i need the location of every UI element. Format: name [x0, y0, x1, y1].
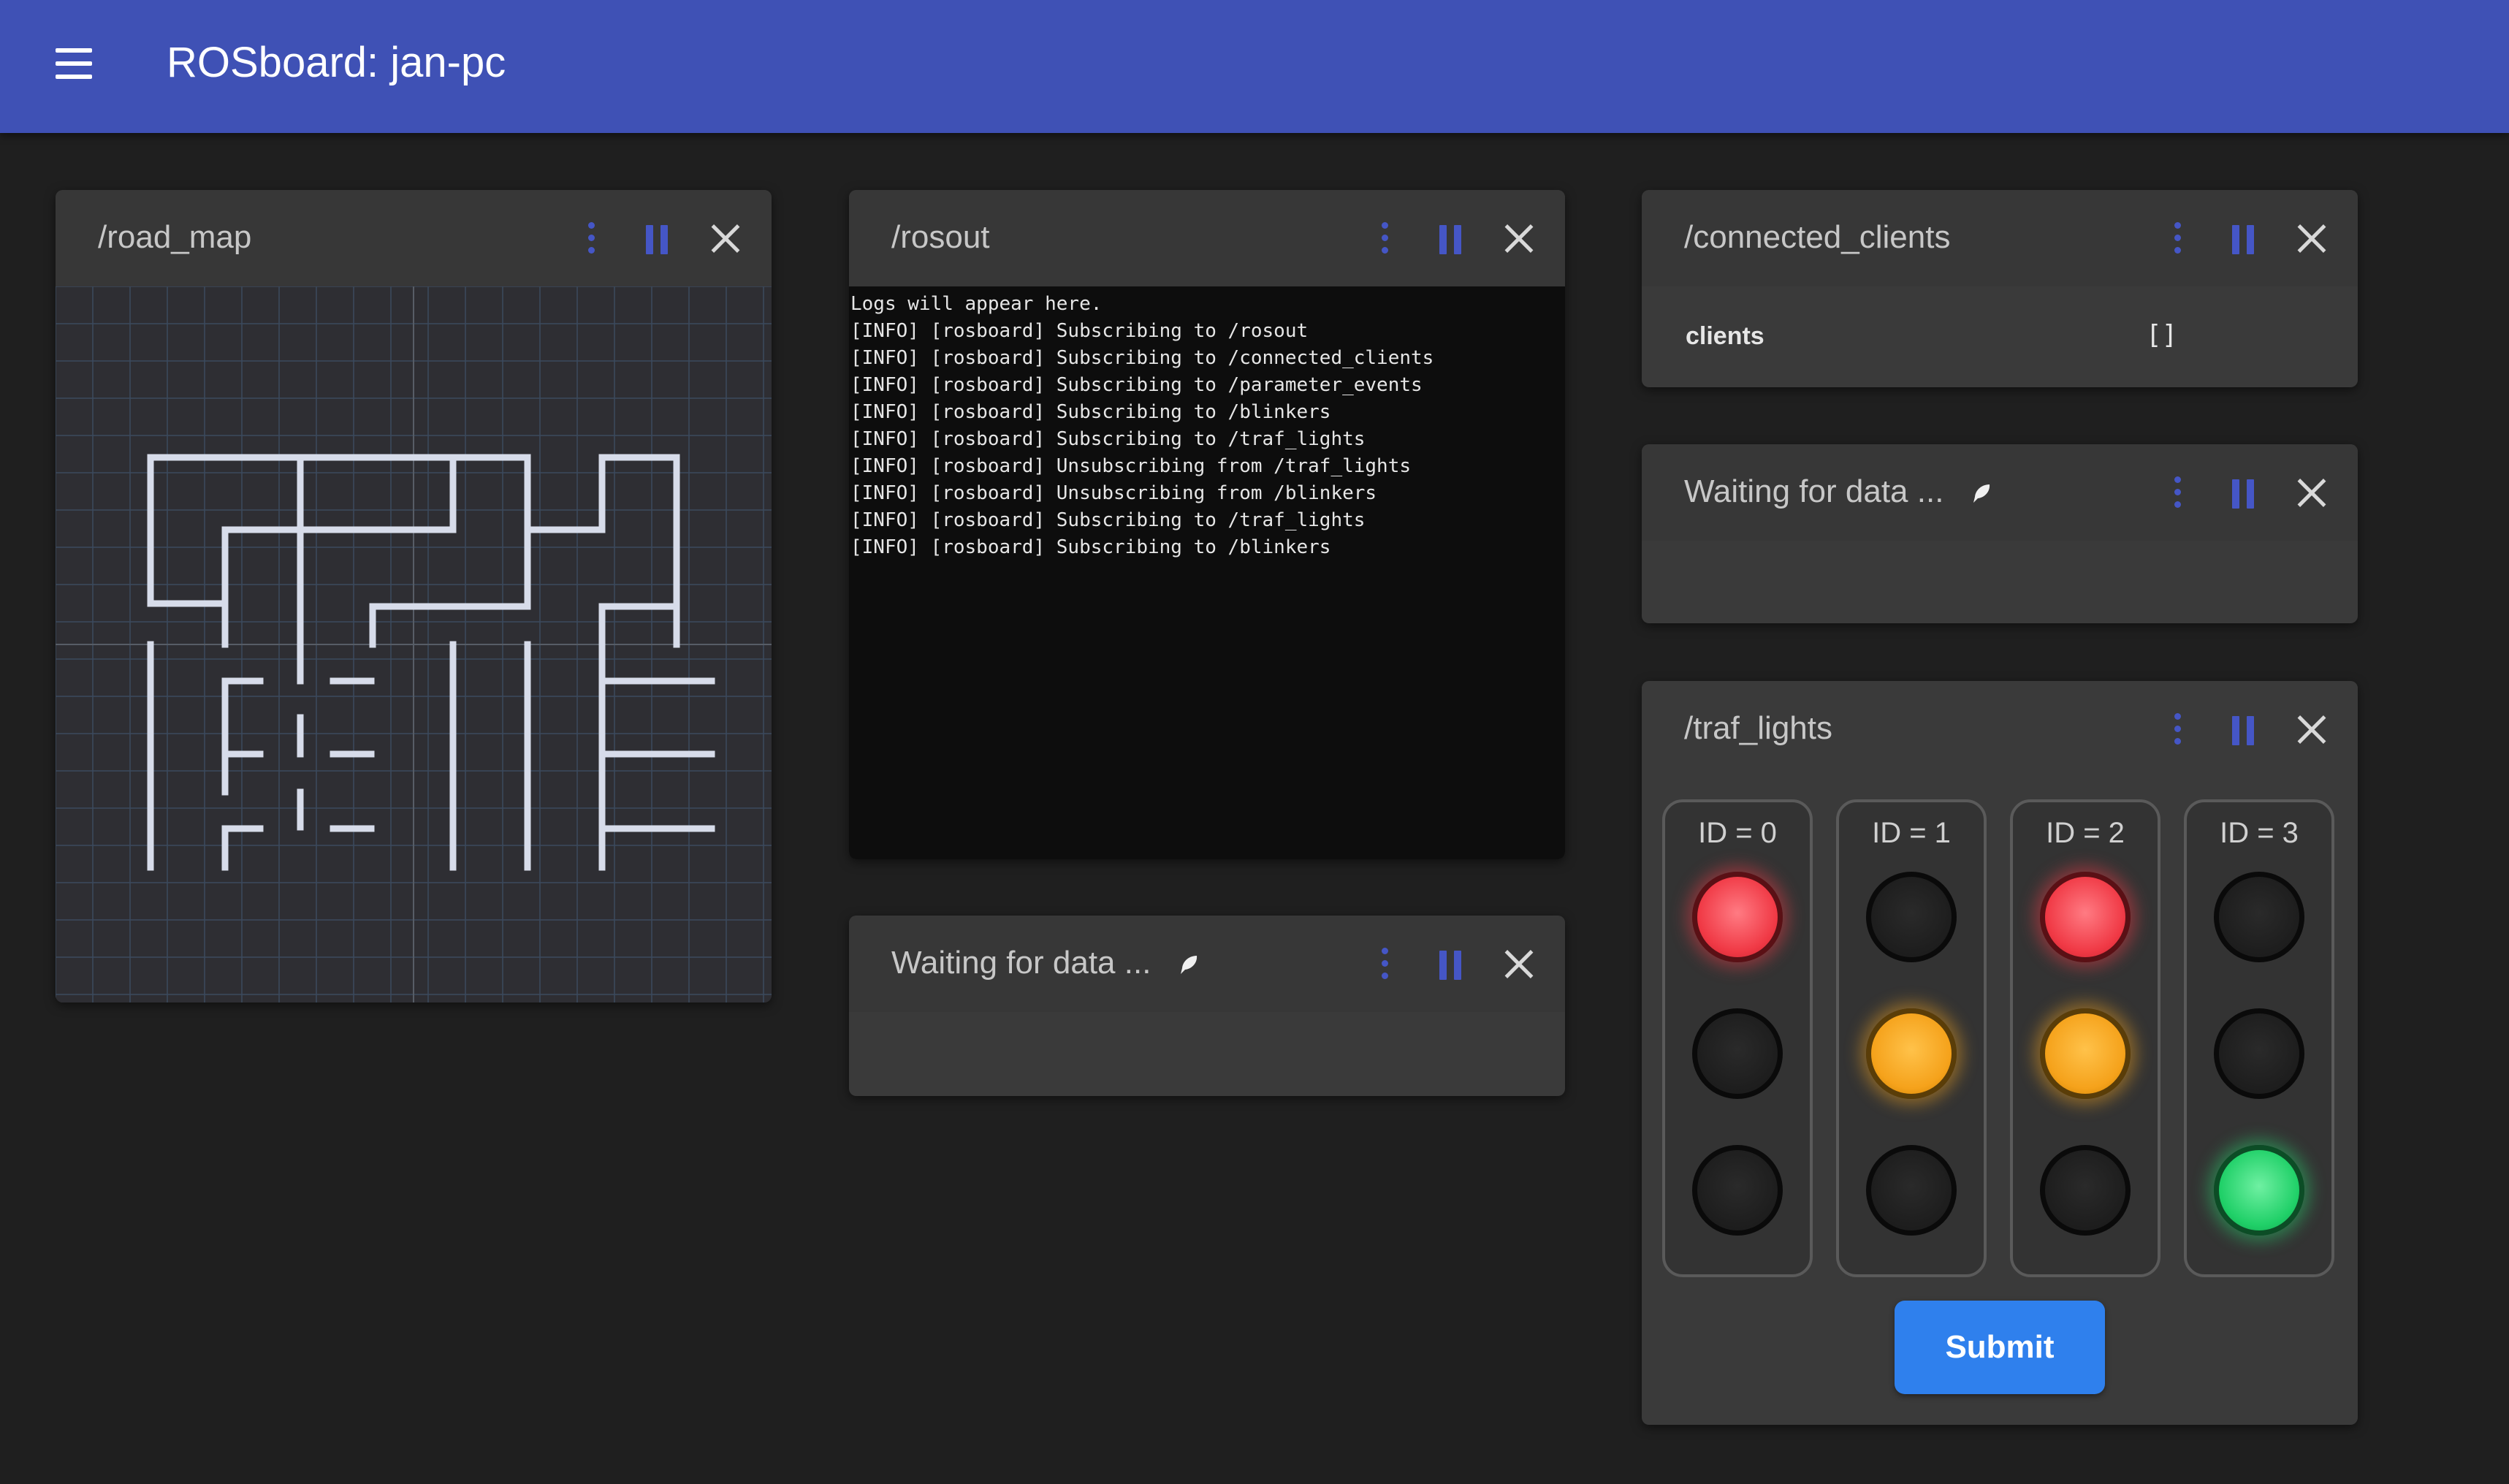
waiting-card: Waiting for data ...: [849, 916, 1565, 1096]
red-lamp[interactable]: [2214, 872, 2304, 962]
card-header: /connected_clients: [1642, 190, 2358, 286]
traffic-light[interactable]: ID = 2: [2010, 799, 2160, 1277]
more-options-icon[interactable]: [1363, 209, 1406, 267]
more-options-icon[interactable]: [2155, 700, 2199, 758]
close-icon[interactable]: [1496, 209, 1540, 267]
green-lamp[interactable]: [1866, 1145, 1957, 1236]
close-icon[interactable]: [2289, 463, 2333, 522]
red-lamp[interactable]: [1692, 872, 1783, 962]
close-icon[interactable]: [2289, 700, 2333, 758]
road-map-canvas[interactable]: [56, 286, 772, 1002]
green-lamp[interactable]: [1692, 1145, 1783, 1236]
more-options-icon[interactable]: [2155, 463, 2199, 522]
more-options-icon[interactable]: [569, 209, 613, 267]
more-options-icon[interactable]: [1363, 935, 1406, 993]
pause-icon[interactable]: [1429, 209, 1473, 267]
close-icon[interactable]: [1496, 935, 1540, 993]
feather-icon: [1973, 484, 1990, 503]
hamburger-icon[interactable]: [48, 42, 99, 88]
rosout-card: /rosout Logs will appear here. [INFO] [r…: [849, 190, 1565, 859]
pause-icon[interactable]: [2222, 700, 2266, 758]
pause-icon[interactable]: [1429, 935, 1473, 993]
traffic-light-label: ID = 3: [2220, 817, 2299, 849]
pause-icon[interactable]: [636, 209, 679, 267]
traffic-light-label: ID = 0: [1698, 817, 1777, 849]
card-header: Waiting for data ...: [1642, 444, 2358, 541]
field-key: clients: [1686, 322, 1764, 350]
close-icon[interactable]: [2289, 209, 2333, 267]
traffic-light-label: ID = 2: [2046, 817, 2125, 849]
amber-lamp[interactable]: [2040, 1008, 2131, 1099]
app-header: ROSboard: jan-pc: [0, 0, 2509, 133]
waiting-card: Waiting for data ...: [1642, 444, 2358, 623]
card-title: /road_map: [98, 219, 252, 255]
road-map-card: /road_map: [56, 190, 772, 1002]
pause-icon[interactable]: [2222, 209, 2266, 267]
card-title: /traf_lights: [1684, 710, 1832, 746]
amber-lamp[interactable]: [1866, 1008, 1957, 1099]
card-header: /traf_lights: [1642, 681, 2358, 777]
card-title: Waiting for data ...: [891, 945, 1201, 981]
traffic-light[interactable]: ID = 0: [1662, 799, 1813, 1277]
waiting-text: Waiting for data ...: [891, 945, 1151, 981]
close-icon[interactable]: [703, 209, 747, 267]
app-title: ROSboard: jan-pc: [167, 39, 506, 86]
card-header: /road_map: [56, 190, 772, 286]
card-title: Waiting for data ...: [1684, 473, 1994, 510]
traffic-light-label: ID = 1: [1872, 817, 1951, 849]
connected-clients-card: /connected_clients clients []: [1642, 190, 2358, 387]
traffic-light[interactable]: ID = 1: [1836, 799, 1987, 1277]
amber-lamp[interactable]: [1692, 1008, 1783, 1099]
pause-icon[interactable]: [2222, 463, 2266, 522]
card-header: /rosout: [849, 190, 1565, 286]
green-lamp[interactable]: [2040, 1145, 2131, 1236]
traf-lights-card: /traf_lights ID = 0 ID = 1 ID = 2 ID = 3 Su…: [1642, 681, 2358, 1425]
amber-lamp[interactable]: [2214, 1008, 2304, 1099]
green-lamp[interactable]: [2214, 1145, 2304, 1236]
more-options-icon[interactable]: [2155, 209, 2199, 267]
waiting-text: Waiting for data ...: [1684, 473, 1944, 509]
field-value: []: [2146, 320, 2178, 350]
red-lamp[interactable]: [2040, 872, 2131, 962]
red-lamp[interactable]: [1866, 872, 1957, 962]
card-title: /connected_clients: [1684, 219, 1951, 255]
traffic-light[interactable]: ID = 3: [2184, 799, 2334, 1277]
card-header: Waiting for data ...: [849, 916, 1565, 1012]
rosout-log[interactable]: Logs will appear here. [INFO] [rosboard]…: [849, 286, 1565, 859]
submit-button[interactable]: Submit: [1895, 1301, 2105, 1394]
feather-icon: [1180, 956, 1197, 975]
card-title: /rosout: [891, 219, 990, 255]
